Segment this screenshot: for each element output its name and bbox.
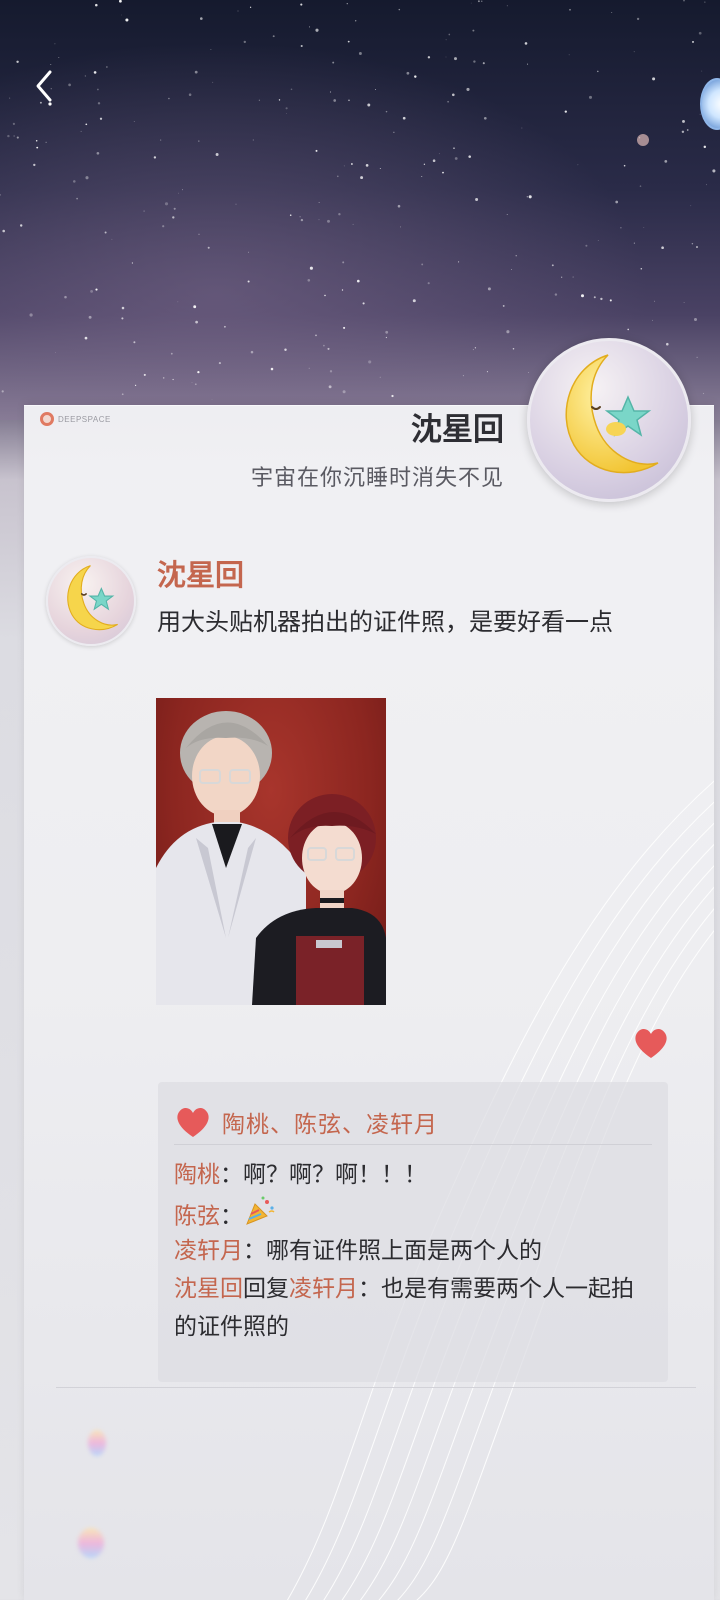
comment-text: 啊？啊？啊！！！ (243, 1162, 427, 1188)
commenter-name[interactable]: 陶桃 (174, 1162, 220, 1188)
comment-text: 哪有证件照上面是两个人的 (266, 1238, 542, 1264)
likes-row: 陶桃、陈弦、凌轩月 (174, 1100, 652, 1145)
post-author-name[interactable]: 沈星回 (157, 552, 244, 594)
heart-icon (635, 1028, 667, 1058)
chevron-left-icon (36, 70, 52, 106)
comment-item[interactable]: 陶桃：啊？啊？啊！！！ (174, 1156, 644, 1194)
back-button[interactable] (28, 64, 68, 112)
commenter-name[interactable]: 陈弦 (174, 1204, 220, 1230)
commenter-name[interactable]: 沈星回 (174, 1276, 243, 1302)
profile-avatar[interactable] (527, 338, 691, 502)
couple-id-photo (156, 711, 386, 1005)
profile-bio: 宇宙在你沉睡时消失不见 (250, 466, 504, 491)
brand-text: DEEPSPACE (58, 414, 111, 424)
reply-word: 回复 (243, 1276, 289, 1302)
heart-icon (177, 1107, 209, 1137)
like-button[interactable] (632, 1026, 670, 1060)
post-photo[interactable] (156, 698, 386, 1005)
comment-item[interactable]: 沈星回回复凌轩月：也是有需要两个人一起拍的证件照的 (174, 1270, 644, 1346)
sparkle-decoration (88, 1430, 106, 1456)
moon-plush-icon (67, 565, 118, 631)
comment-item[interactable]: 凌轩月：哪有证件照上面是两个人的 (174, 1232, 644, 1270)
commenter-name[interactable]: 凌轩月 (174, 1238, 243, 1264)
moon-plush-icon (565, 354, 659, 474)
post-text: 用大头贴机器拍出的证件照，是要好看一点 (157, 608, 613, 636)
logo-ring-icon (40, 412, 54, 426)
comments-section: 陶桃、陈弦、凌轩月 陶桃：啊？啊？啊！！！ 陈弦： 凌轩月：哪有证件照上面是两个… (158, 1082, 668, 1382)
sparkle-decoration (78, 1528, 104, 1558)
author-avatar[interactable] (46, 556, 136, 646)
divider (56, 1387, 696, 1388)
reply-target-name[interactable]: 凌轩月 (289, 1276, 358, 1302)
profile-name: 沈星回 (411, 412, 504, 448)
brand-logo: DEEPSPACE (40, 412, 111, 426)
likers-list[interactable]: 陶桃、陈弦、凌轩月 (222, 1105, 438, 1139)
